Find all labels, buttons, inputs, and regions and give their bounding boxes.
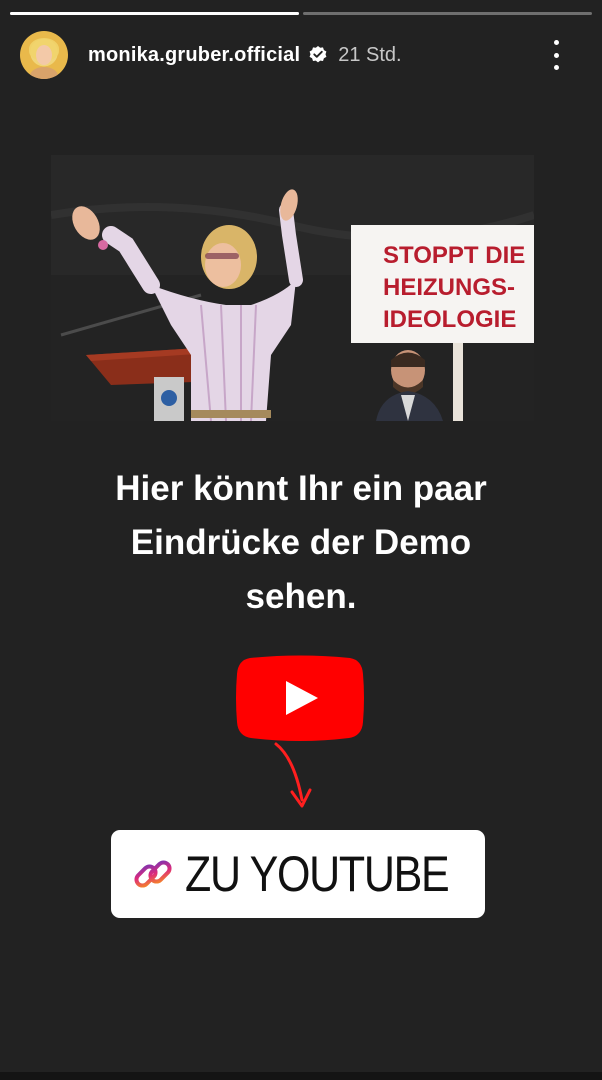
link-sticker-button[interactable]: ZU YOUTUBE (111, 830, 485, 918)
story-progress-bar (10, 12, 592, 15)
verified-badge-icon (308, 45, 328, 65)
sign-line-2: HEIZUNGS- (383, 274, 515, 301)
bottom-edge (0, 1072, 602, 1080)
story-headline: Hier könnt Ihr ein paar Eindrücke der De… (40, 462, 562, 624)
headline-line-1: Hier könnt Ihr ein paar (115, 469, 487, 508)
demo-photo: STOPPT DIE HEIZUNGS- IDEOLOGIE (51, 155, 534, 421)
progress-fill-1 (10, 12, 299, 15)
sign-line-1: STOPPT DIE (383, 242, 525, 269)
headline-line-2: Eindrücke der Demo (130, 523, 472, 562)
story-viewer: monika.gruber.official 21 Std. STOPPT DI… (0, 0, 602, 1080)
link-icon (131, 852, 175, 896)
headline-line-3: sehen. (245, 577, 357, 616)
progress-segment-2 (303, 12, 592, 15)
username[interactable]: monika.gruber.official (88, 44, 300, 67)
link-sticker-label: ZU YOUTUBE (185, 846, 450, 902)
more-vertical-icon[interactable] (552, 40, 560, 70)
story-header: monika.gruber.official 21 Std. (20, 30, 582, 80)
arrow-down-icon (270, 740, 330, 815)
sign-line-3: IDEOLOGIE (383, 306, 516, 333)
post-time: 21 Std. (338, 43, 402, 66)
avatar[interactable] (20, 31, 68, 79)
youtube-play-icon[interactable] (236, 654, 364, 742)
progress-segment-1 (10, 12, 299, 15)
